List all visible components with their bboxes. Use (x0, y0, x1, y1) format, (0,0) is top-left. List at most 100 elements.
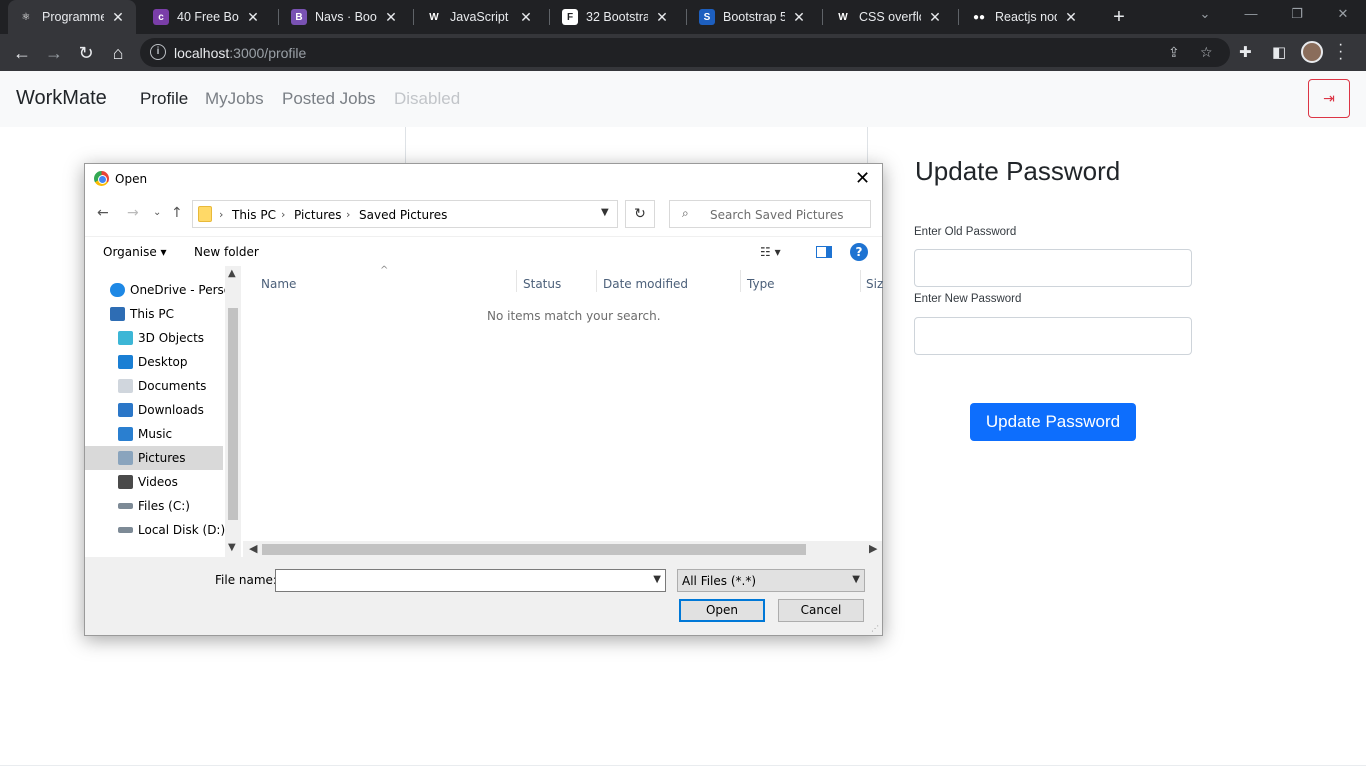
chevron-down-icon[interactable]: ▼ (653, 574, 661, 585)
browser-tab[interactable]: ●● Reactjs nodej ✕ (961, 0, 1089, 34)
update-password-button[interactable]: Update Password (970, 403, 1136, 441)
nav-item[interactable]: 3D Objects (85, 326, 223, 350)
share-icon[interactable]: ⇪ (1168, 44, 1180, 61)
tab-title: Navs · Bootst (315, 10, 377, 24)
tab-search-icon[interactable]: ⌄ (1190, 6, 1220, 22)
dialog-back-icon[interactable]: ← (97, 205, 109, 221)
minimize-button[interactable]: — (1236, 6, 1266, 21)
search-placeholder: Search Saved Pictures (710, 208, 844, 222)
nav-scroll-thumb[interactable] (228, 308, 238, 520)
address-bar[interactable]: i localhost:3000/profile ⇪ ☆ (140, 38, 1230, 67)
nav-item[interactable]: OneDrive - Person (85, 278, 239, 302)
extensions-icon[interactable]: ✚ (1239, 43, 1252, 61)
browser-tab[interactable]: c 40 Free Boots ✕ (143, 0, 271, 34)
new-folder-button[interactable]: New folder (194, 245, 259, 259)
tab-close-icon[interactable]: ✕ (245, 9, 261, 26)
nav-profile[interactable]: Profile (140, 89, 188, 109)
browser-tab[interactable]: W CSS overflow ✕ (825, 0, 953, 34)
dialog-search-input[interactable]: ⌕ Search Saved Pictures (669, 200, 871, 228)
nav-item[interactable]: Files (C:) (85, 494, 223, 518)
nav-item-label: Videos (138, 475, 178, 489)
browser-tab[interactable]: ⚛ Programmerz ✕ (8, 0, 136, 34)
menu-icon[interactable]: · · · (1338, 37, 1344, 67)
dialog-forward-icon[interactable]: → (127, 205, 139, 221)
url-path: :3000/profile (229, 45, 307, 61)
brand-logo[interactable]: WorkMate (16, 87, 107, 110)
resize-grip-icon[interactable]: ⋰ (871, 624, 879, 633)
close-window-button[interactable]: ✕ (1328, 6, 1358, 22)
logout-button[interactable]: ⇥ (1308, 79, 1350, 118)
dialog-close-icon[interactable]: ✕ (855, 168, 870, 189)
scroll-right-icon[interactable]: ▶ (869, 542, 877, 555)
file-list-scrollbar[interactable]: ◀ ▶ (243, 541, 882, 557)
nav-item[interactable]: Videos (85, 470, 223, 494)
nav-item-label: This PC (130, 307, 174, 321)
dialog-breadcrumb[interactable]: › This PC › Pictures › Saved Pictures ▼ (192, 200, 618, 228)
nav-item[interactable]: Pictures (85, 446, 223, 470)
nav-item[interactable]: Local Disk (D:) (85, 518, 225, 542)
new-tab-button[interactable]: + (1108, 6, 1130, 28)
page-bottom-divider (0, 765, 1366, 766)
recent-locations-icon[interactable]: ⌄ (153, 207, 161, 218)
forward-icon[interactable]: → (42, 41, 66, 65)
crumb-saved-pictures[interactable]: Saved Pictures (359, 208, 447, 222)
tab-title: 40 Free Boots (177, 10, 239, 24)
organise-button[interactable]: Organise ▾ (103, 245, 167, 259)
scroll-down-icon[interactable]: ▼ (228, 542, 236, 553)
nav-item[interactable]: This PC (85, 302, 223, 326)
chevron-down-icon[interactable]: ▼ (601, 207, 609, 218)
crumb-this-pc[interactable]: This PC (232, 208, 276, 222)
new-password-input[interactable] (914, 317, 1192, 355)
open-button[interactable]: Open (679, 599, 765, 622)
open-file-dialog: Open ✕ ← → ⌄ ↑ › This PC › Pictures › Sa… (84, 163, 883, 636)
browser-tab[interactable]: F 32 Bootstrap ✕ (552, 0, 680, 34)
nav-posted-jobs[interactable]: Posted Jobs (282, 89, 376, 109)
refresh-icon[interactable]: ↻ (625, 200, 655, 228)
preview-pane-icon[interactable] (816, 246, 832, 258)
col-size[interactable]: Siz (866, 277, 883, 291)
sidepanel-icon[interactable]: ◧ (1272, 43, 1286, 61)
site-info-icon[interactable]: i (150, 44, 166, 60)
nav-myjobs[interactable]: MyJobs (205, 89, 264, 109)
col-name[interactable]: Name (261, 277, 296, 291)
view-options-icon[interactable]: ☷ ▾ (760, 245, 781, 259)
scroll-up-icon[interactable]: ▲ (228, 268, 236, 279)
browser-tab[interactable]: W JavaScript Po ✕ (416, 0, 544, 34)
tab-close-icon[interactable]: ✕ (791, 9, 807, 26)
col-type[interactable]: Type (747, 277, 775, 291)
star-icon[interactable]: ☆ (1200, 44, 1213, 61)
col-status[interactable]: Status (523, 277, 561, 291)
old-password-input[interactable] (914, 249, 1192, 287)
back-icon[interactable]: ← (10, 41, 34, 65)
file-list-scroll-thumb[interactable] (262, 544, 806, 555)
nav-item[interactable]: Documents (85, 374, 223, 398)
tab-close-icon[interactable]: ✕ (518, 9, 534, 26)
column-divider (405, 127, 406, 167)
nav-item[interactable]: Desktop (85, 350, 223, 374)
col-date-modified[interactable]: Date modified (603, 277, 688, 291)
tab-close-icon[interactable]: ✕ (383, 9, 399, 26)
up-folder-icon[interactable]: ↑ (171, 205, 183, 221)
cancel-button[interactable]: Cancel (778, 599, 864, 622)
restore-button[interactable]: ❐ (1282, 6, 1312, 22)
nav-scrollbar[interactable]: ▲ ▼ (225, 266, 241, 557)
chrome-icon (94, 171, 109, 186)
tab-close-icon[interactable]: ✕ (1063, 9, 1079, 26)
tab-close-icon[interactable]: ✕ (654, 9, 670, 26)
scroll-left-icon[interactable]: ◀ (249, 542, 257, 555)
home-icon[interactable]: ⌂ (106, 41, 130, 65)
browser-tab[interactable]: S Bootstrap 5 e ✕ (689, 0, 817, 34)
help-icon[interactable]: ? (850, 243, 868, 261)
file-name-input[interactable]: ▼ (275, 569, 666, 592)
tab-close-icon[interactable]: ✕ (927, 9, 943, 26)
nav-item[interactable]: Downloads (85, 398, 223, 422)
reload-icon[interactable]: ↻ (74, 41, 98, 65)
sort-ascending-icon: ^ (380, 265, 389, 276)
nav-item[interactable]: Music (85, 422, 223, 446)
profile-avatar[interactable] (1301, 41, 1323, 63)
tab-close-icon[interactable]: ✕ (110, 9, 126, 26)
file-type-select[interactable]: All Files (*.*) ▼ (677, 569, 865, 592)
dialog-address-row: ← → ⌄ ↑ › This PC › Pictures › Saved Pic… (85, 194, 882, 236)
crumb-pictures[interactable]: Pictures (294, 208, 342, 222)
browser-tab[interactable]: B Navs · Bootst ✕ (281, 0, 409, 34)
